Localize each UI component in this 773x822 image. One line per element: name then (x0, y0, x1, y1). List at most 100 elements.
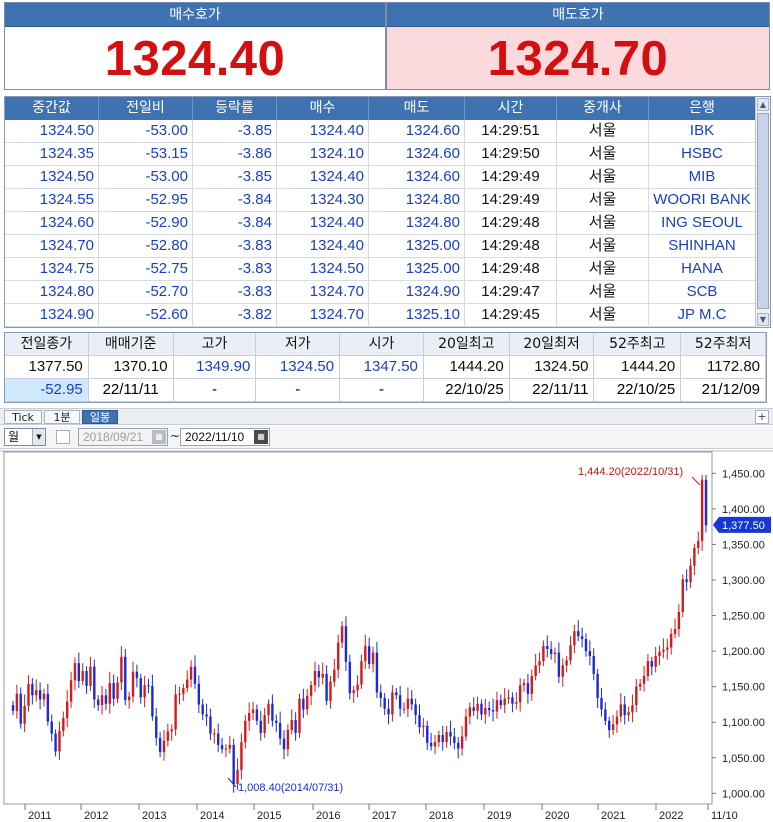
candle-body (375, 652, 379, 693)
candle-body (681, 579, 684, 612)
col-header-ask[interactable]: 매도 (369, 97, 465, 120)
candle-body (15, 693, 19, 711)
calendar-icon[interactable]: ▦ (254, 430, 268, 444)
summary-table: 전일종가 매매기준 고가 저가 시가 20일최고 20일최저 52주최고 52주최저 1377.… (4, 332, 767, 403)
trade-table: 중간값 전일비 등락률 매수 매도 시간 중개사 은행 1324.50 -53.0… (4, 96, 771, 328)
broker-cell: 서울 (557, 281, 649, 303)
summary-header-cell: 시가 (340, 333, 424, 356)
candle-body (530, 676, 533, 694)
candle-body (457, 742, 460, 749)
summary-date-cell: 22/10/25 (423, 379, 510, 402)
summary-header-cell: 20일최고 (423, 333, 510, 356)
col-header-bank[interactable]: 은행 (649, 97, 756, 120)
col-header-change[interactable]: 전일비 (99, 97, 193, 120)
table-row[interactable]: 1324.35 -53.15 -3.86 1324.10 1324.60 14:29:50… (5, 143, 756, 166)
x-tick-label: 2016 (316, 810, 340, 822)
tab-daily[interactable]: 일봉 (82, 410, 118, 424)
table-row[interactable]: 1324.80 -52.70 -3.83 1324.70 1324.90 14:29:47… (5, 281, 756, 304)
mid-cell: 1324.70 (5, 235, 99, 257)
candle-body (426, 725, 429, 743)
arrow-down-icon[interactable]: ▼ (757, 313, 769, 326)
candle-body (344, 626, 348, 662)
start-date-field[interactable]: 2018/09/21 ▦ (78, 428, 168, 446)
rate-cell: -3.83 (193, 235, 277, 257)
trade-table-body: 1324.50 -53.00 -3.85 1324.40 1324.60 14:29:51… (5, 120, 756, 327)
candle-body (600, 698, 603, 710)
tab-1min[interactable]: 1분 (44, 410, 80, 424)
candle-body (588, 651, 592, 657)
x-tick-label: 2013 (142, 810, 166, 822)
table-row[interactable]: 1324.90 -52.60 -3.82 1324.70 1325.10 14:29:45… (5, 304, 756, 327)
candle-body (441, 735, 444, 743)
bank-cell: WOORI BANK (649, 189, 756, 211)
broker-cell: 서울 (557, 120, 649, 142)
candle-body (673, 629, 677, 635)
y-tick-label: 1,000.00 (722, 788, 765, 800)
scrollbar-thumb[interactable] (757, 113, 769, 309)
col-header-time[interactable]: 시간 (465, 97, 557, 120)
candlestick-chart[interactable]: 1,450.00 1,400.00 1,350.00 1,300.00 1,250.00… (0, 450, 773, 822)
summary-date-cell: - (173, 379, 257, 402)
bank-cell: JP M.C (649, 304, 756, 326)
candle-body (189, 666, 193, 680)
broker-cell: 서울 (557, 258, 649, 280)
tab-tick[interactable]: Tick (4, 410, 42, 424)
candle-body (491, 710, 495, 712)
table-row[interactable]: 1324.70 -52.80 -3.83 1324.40 1325.00 14:29:48… (5, 235, 756, 258)
candle-body (615, 716, 619, 725)
start-date-value: 2018/09/21 (83, 430, 144, 444)
broker-cell: 서울 (557, 166, 649, 188)
summary-value-cell: 1377.50 (5, 356, 89, 379)
candle-body (414, 704, 417, 716)
arrow-up-icon[interactable]: ▲ (757, 98, 769, 111)
fx-quote-screen: 매수호가 1324.40 매도호가 1324.70 중간값 전일비 등락률 매수… (0, 0, 773, 822)
trade-table-scrollbar[interactable]: ▲ ▼ (755, 97, 770, 327)
calendar-icon[interactable]: ▦ (152, 430, 166, 444)
ask-cell: 1324.60 (369, 120, 465, 142)
x-tick-label: 2017 (372, 810, 396, 822)
table-row[interactable]: 1324.55 -52.95 -3.84 1324.30 1324.80 14:29:49… (5, 189, 756, 212)
bank-cell: SCB (649, 281, 756, 303)
bid-cell: 1324.50 (277, 258, 369, 280)
candle-body (23, 705, 26, 724)
end-date-field[interactable]: 2022/11/10 ▦ (180, 428, 270, 446)
period-select[interactable]: 월 ▼ (4, 428, 46, 446)
candle-body (85, 671, 88, 686)
table-row[interactable]: 1324.50 -53.00 -3.85 1324.40 1324.60 14:29:51… (5, 120, 756, 143)
candle-body (476, 703, 479, 711)
candle-body (11, 705, 15, 711)
summary-value-cell: 1444.20 (423, 356, 510, 379)
candle-body (120, 656, 123, 683)
candle-body (321, 673, 324, 678)
table-row[interactable]: 1324.60 -52.90 -3.84 1324.40 1324.80 14:29:48… (5, 212, 756, 235)
chevron-down-icon[interactable]: ▼ (32, 429, 45, 445)
candle-body (472, 707, 475, 711)
col-header-rate[interactable]: 등락률 (193, 97, 277, 120)
col-header-bid[interactable]: 매수 (277, 97, 369, 120)
rate-cell: -3.83 (193, 258, 277, 280)
table-row[interactable]: 1324.75 -52.75 -3.83 1324.50 1325.00 14:29:48… (5, 258, 756, 281)
add-tab-button[interactable]: + (755, 410, 769, 424)
col-header-broker[interactable]: 중개사 (557, 97, 649, 120)
table-row[interactable]: 1324.50 -53.00 -3.85 1324.40 1324.60 14:29:49… (5, 166, 756, 189)
time-cell: 14:29:49 (465, 189, 557, 211)
candle-body (356, 684, 359, 691)
candle-body (267, 703, 270, 716)
broker-cell: 서울 (557, 235, 649, 257)
col-header-mid[interactable]: 중간값 (5, 97, 99, 120)
summary-value-cell: 1324.50 (256, 356, 341, 379)
x-tick-label: 2019 (487, 810, 511, 822)
candle-body (151, 685, 154, 717)
candle-body (232, 744, 235, 785)
candle-body (205, 714, 208, 717)
y-tick-label: 1,200.00 (722, 646, 765, 658)
candle-body (352, 690, 355, 694)
x-tick-label: 2022 (659, 810, 683, 822)
candle-body (147, 685, 150, 687)
candle-body (395, 692, 398, 696)
bank-cell: ING SEOUL (649, 212, 756, 234)
candle-body (511, 697, 514, 704)
candle-body (553, 652, 557, 654)
date-range-checkbox[interactable] (56, 430, 70, 444)
bid-quote-value: 1324.40 (5, 27, 385, 89)
